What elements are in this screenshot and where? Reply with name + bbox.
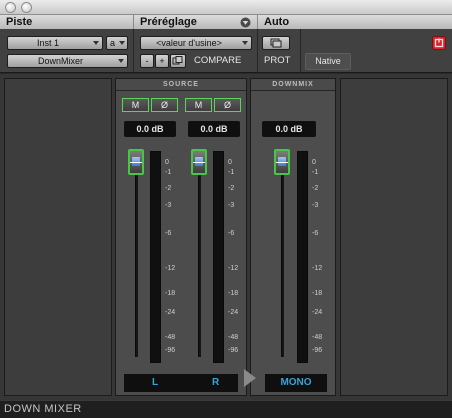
meter-mono xyxy=(297,151,308,363)
meter-right xyxy=(213,151,224,363)
source-channel-labels: L R xyxy=(124,374,238,392)
close-window-button[interactable] xyxy=(5,2,16,13)
downmix-title: DOWNMIX xyxy=(251,79,335,91)
channel-label-mono: MONO xyxy=(265,374,327,392)
plugin-name: DownMixer xyxy=(37,56,83,66)
track-name: Inst 1 xyxy=(36,38,59,48)
next-preset-button[interactable]: + xyxy=(155,54,169,68)
plugin-selector[interactable]: DownMixer xyxy=(7,54,128,68)
plus-label: + xyxy=(159,56,165,66)
automation-icon xyxy=(270,38,282,48)
channel-name: a xyxy=(109,38,115,48)
plugin-footer: DOWN MIXER xyxy=(0,400,452,418)
auto-header: Auto xyxy=(258,15,452,29)
native-button[interactable]: Native xyxy=(305,53,351,70)
copy-icon xyxy=(172,56,183,65)
channel-selector[interactable]: a xyxy=(106,36,128,50)
copy-settings-button[interactable] xyxy=(170,54,186,68)
fader-mono[interactable] xyxy=(274,149,290,175)
fader-track-left xyxy=(135,157,138,357)
bypass-power-icon[interactable] xyxy=(432,36,446,50)
mute-button-right[interactable]: M xyxy=(185,98,212,112)
source-title: SOURCE xyxy=(116,79,246,91)
gain-display-right[interactable]: 0.0 dB xyxy=(188,121,240,137)
window-title-bar xyxy=(0,0,452,15)
meter-left xyxy=(150,151,161,363)
compare-button[interactable]: COMPARE xyxy=(194,54,241,68)
auto-label: Auto xyxy=(264,16,290,28)
gain-display-mono[interactable]: 0.0 dB xyxy=(262,121,316,137)
chevron-down-icon xyxy=(119,41,125,45)
fader-left[interactable] xyxy=(128,149,144,175)
prot-button[interactable]: PROT xyxy=(264,54,290,68)
plugin-body: SOURCE M Ø M Ø 0.0 dB 0.0 dB 0 -1 -2 -3 … xyxy=(0,74,452,400)
minimize-window-button[interactable] xyxy=(21,2,32,13)
preset-header: Préréglage xyxy=(134,15,258,29)
track-selector[interactable]: Inst 1 xyxy=(7,36,103,50)
right-side-panel xyxy=(340,78,448,396)
chevron-down-icon xyxy=(242,41,248,45)
fader-track-right xyxy=(198,157,201,357)
phase-button-left[interactable]: Ø xyxy=(151,98,178,112)
gain-display-left[interactable]: 0.0 dB xyxy=(124,121,176,137)
plugin-title: DOWN MIXER xyxy=(4,403,82,415)
native-label: Native xyxy=(315,56,341,66)
automation-button[interactable] xyxy=(262,36,290,50)
fader-track-mono xyxy=(281,157,284,357)
scale-left: 0 -1 -2 -3 -6 -12 -18 -24 -48 -96 xyxy=(165,159,176,354)
channel-label-right: R xyxy=(212,377,220,388)
mute-button-left[interactable]: M xyxy=(122,98,149,112)
preset-label: Préréglage xyxy=(140,16,197,28)
minus-label: - xyxy=(145,56,149,66)
phase-button-right[interactable]: Ø xyxy=(214,98,241,112)
plugin-header: Piste Préréglage Auto Inst 1 a DownMixer… xyxy=(0,15,452,73)
chevron-down-icon xyxy=(93,41,99,45)
preset-value: <valeur d'usine> xyxy=(156,38,222,48)
piste-label: Piste xyxy=(6,16,33,28)
piste-header: Piste xyxy=(0,15,134,29)
left-side-panel xyxy=(4,78,112,396)
scale-mono: 0 -1 -2 -3 -6 -12 -18 -24 -48 -96 xyxy=(312,159,323,354)
previous-preset-button[interactable]: - xyxy=(140,54,154,68)
downmix-arrow-icon xyxy=(244,369,256,387)
preset-selector[interactable]: <valeur d'usine> xyxy=(140,36,252,50)
source-panel: SOURCE M Ø M Ø 0.0 dB 0.0 dB 0 -1 -2 -3 … xyxy=(115,78,247,396)
chevron-down-icon xyxy=(118,59,124,63)
downmix-panel: DOWNMIX 0.0 dB 0 -1 -2 -3 -6 -12 -18 -24… xyxy=(250,78,336,396)
channel-label-left: L xyxy=(152,377,159,388)
preset-menu-icon[interactable] xyxy=(240,17,251,28)
fader-right[interactable] xyxy=(191,149,207,175)
